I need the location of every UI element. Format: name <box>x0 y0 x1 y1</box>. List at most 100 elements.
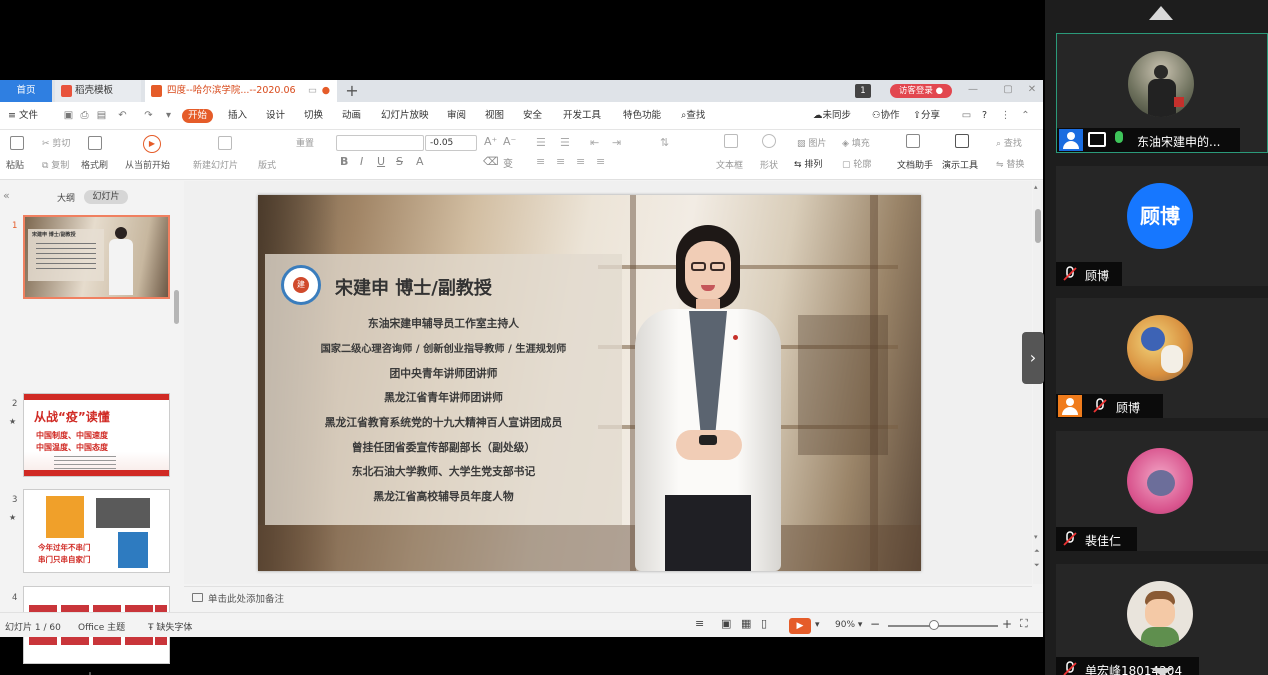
textbox-button[interactable]: 文本框 <box>716 158 743 171</box>
notes-placeholder[interactable]: 单击此处添加备注 <box>208 591 284 605</box>
menu-special-features[interactable]: 特色功能 <box>623 109 661 123</box>
menu-insert[interactable]: 插入 <box>228 109 247 123</box>
window-count-badge[interactable]: 1 <box>855 84 871 98</box>
zoom-slider-handle[interactable] <box>929 620 939 630</box>
strikethrough-icon[interactable]: S <box>396 155 403 168</box>
tab-slides[interactable]: 幻灯片 <box>84 190 128 204</box>
textbox-icon[interactable] <box>724 134 738 148</box>
zoom-level[interactable]: 90% ▾ <box>835 620 862 630</box>
menu-view[interactable]: 视图 <box>485 109 504 123</box>
presentation-tools-button[interactable]: 演示工具 <box>942 158 978 171</box>
participant-tile[interactable]: 单宏峰18014204 <box>1056 564 1268 675</box>
play-from-current-button[interactable]: 从当前开始 <box>125 158 170 171</box>
undo-icon[interactable]: ↶ <box>117 110 128 121</box>
next-page-arrow-button[interactable]: › <box>1022 332 1044 384</box>
canvas-scrollbar-thumb[interactable] <box>1035 209 1041 243</box>
grow-font-icon[interactable]: A⁺ <box>484 135 497 148</box>
tab-home[interactable]: 首页 <box>0 80 52 102</box>
text-direction-icon[interactable]: ⇅ <box>660 136 669 149</box>
file-menu[interactable]: ≡ 文件 <box>8 109 38 123</box>
shape-button[interactable]: 形状 <box>760 158 778 171</box>
collapse-panel-icon[interactable]: « <box>3 189 10 202</box>
arrange-button[interactable]: ⇆ 排列 <box>794 157 822 170</box>
reset-button[interactable]: 重置 <box>296 136 314 149</box>
thumbnail-scrollbar[interactable] <box>174 290 179 324</box>
tab-screen-icon[interactable]: ▭ <box>308 80 317 102</box>
slide-thumbnail[interactable]: 从战“疫”读懂 中国制度、中国速度 中国温度、中国态度 <box>23 393 170 477</box>
scroll-down-arrow-icon[interactable] <box>1150 668 1174 675</box>
paste-button[interactable]: 粘贴 <box>6 158 24 171</box>
help-button[interactable]: ? <box>982 109 987 123</box>
share-button[interactable]: ⇪分享 <box>913 109 940 123</box>
slide-thumbnail[interactable]: 宋建申 博士/副教授 <box>23 215 170 299</box>
slide-thumbnail[interactable]: 今年过年不串门 串门只串自家门 <box>23 489 170 573</box>
replace-button[interactable]: ⇋ 替换 <box>996 157 1024 170</box>
more-icon[interactable]: ⋮ <box>1000 110 1011 121</box>
indent-decrease-icon[interactable]: ⇤ <box>590 136 599 149</box>
bold-icon[interactable]: B <box>340 155 348 168</box>
missing-font-button[interactable]: Ŧ 缺失字体 <box>148 620 192 633</box>
justify-icon[interactable]: ≡ <box>596 155 605 168</box>
bullet-list-icon[interactable]: ☰ <box>536 136 546 149</box>
text-effect-icon[interactable]: 变 <box>503 155 513 170</box>
clear-format-icon[interactable]: ⌫ <box>483 155 499 168</box>
collaborate-button[interactable]: ⚇协作 <box>872 109 900 123</box>
indent-increase-icon[interactable]: ⇥ <box>612 136 621 149</box>
menu-security[interactable]: 安全 <box>523 109 542 123</box>
zoom-out-button[interactable]: − <box>870 617 880 631</box>
font-color-icon[interactable]: A <box>416 155 424 168</box>
search-menu[interactable]: ⌕查找 <box>681 109 705 123</box>
quick-access-dropdown-icon[interactable]: ▾ <box>163 110 174 121</box>
outline-button[interactable]: ▢ 轮廓 <box>842 157 871 170</box>
menu-start[interactable]: 开始 <box>182 109 214 123</box>
scroll-up-arrow-icon[interactable] <box>1149 6 1173 20</box>
fit-window-icon[interactable]: ⛶ <box>1020 617 1028 631</box>
tab-document[interactable]: 四度--哈尔滨学院...--2020.06 ▭ ● <box>145 80 337 102</box>
current-slide[interactable]: 建 宋建申 博士/副教授 东油宋建申辅导员工作室主持人 国家二级心理咨询师 / … <box>258 195 921 571</box>
copy-button[interactable]: ⧉ 复制 <box>42 158 69 171</box>
new-slide-icon[interactable] <box>218 136 232 150</box>
new-slide-button[interactable]: 新建幻灯片 <box>193 158 238 171</box>
menu-developer[interactable]: 开发工具 <box>563 109 601 123</box>
reading-view-icon[interactable]: ▯ <box>761 617 767 630</box>
numbered-list-icon[interactable]: ☰ <box>560 136 570 149</box>
slide-editing-canvas[interactable]: 建 宋建申 博士/副教授 东油宋建申辅导员工作室主持人 国家二级心理咨询师 / … <box>184 181 1032 584</box>
menu-animation[interactable]: 动画 <box>342 109 361 123</box>
close-icon[interactable]: ✕ <box>1025 83 1039 97</box>
notes-toggle-icon[interactable]: ≡ <box>695 617 704 630</box>
align-right-icon[interactable]: ≡ <box>576 155 585 168</box>
feedback-icon[interactable]: ▭ <box>961 110 972 121</box>
guest-login-button[interactable]: 访客登录 ● <box>890 84 952 98</box>
cut-button[interactable]: ✂ 剪切 <box>42 136 70 149</box>
underline-icon[interactable]: U <box>377 155 385 168</box>
find-button[interactable]: ⌕ 查找 <box>996 136 1022 149</box>
sync-status[interactable]: ☁未同步 <box>813 109 851 123</box>
previous-slide-icon[interactable]: ⏶ <box>1034 547 1040 556</box>
play-dropdown-icon[interactable]: ▾ <box>815 620 820 630</box>
shrink-font-icon[interactable]: A⁻ <box>503 135 516 148</box>
tab-docer-templates[interactable]: 稻壳模板 <box>55 80 141 102</box>
play-from-current-icon[interactable]: ▶ <box>143 135 161 153</box>
new-tab-button[interactable]: + <box>343 80 361 102</box>
add-slide-button[interactable]: ＋ <box>82 665 98 675</box>
theme-name[interactable]: Office 主题 <box>78 620 125 633</box>
layout-button[interactable]: 版式 <box>258 158 276 171</box>
align-left-icon[interactable]: ≡ <box>536 155 545 168</box>
participant-tile[interactable]: 顾博 <box>1056 298 1268 418</box>
shape-icon[interactable] <box>762 134 776 148</box>
participant-tile[interactable]: 顾博 顾博 <box>1056 166 1268 286</box>
next-slide-icon[interactable]: ⏷ <box>1034 561 1040 570</box>
scroll-up-icon[interactable]: ▴ <box>1034 183 1038 191</box>
print-icon[interactable]: ⎙ <box>79 110 90 121</box>
menu-review[interactable]: 审阅 <box>447 109 466 123</box>
normal-view-icon[interactable]: ▣ <box>721 617 731 630</box>
redo-icon[interactable]: ↷ <box>143 110 154 121</box>
maximize-icon[interactable]: ▢ <box>1001 83 1015 97</box>
slideshow-play-button[interactable]: ▶ <box>789 618 811 634</box>
doc-assistant-button[interactable]: 文档助手 <box>897 158 933 171</box>
menu-design[interactable]: 设计 <box>266 109 285 123</box>
save-icon[interactable]: ▣ <box>63 110 74 121</box>
collapse-ribbon-icon[interactable]: ⌃ <box>1020 110 1031 121</box>
participant-tile[interactable]: 裴佳仁 <box>1056 431 1268 551</box>
format-painter-button[interactable]: 格式刷 <box>81 158 108 171</box>
